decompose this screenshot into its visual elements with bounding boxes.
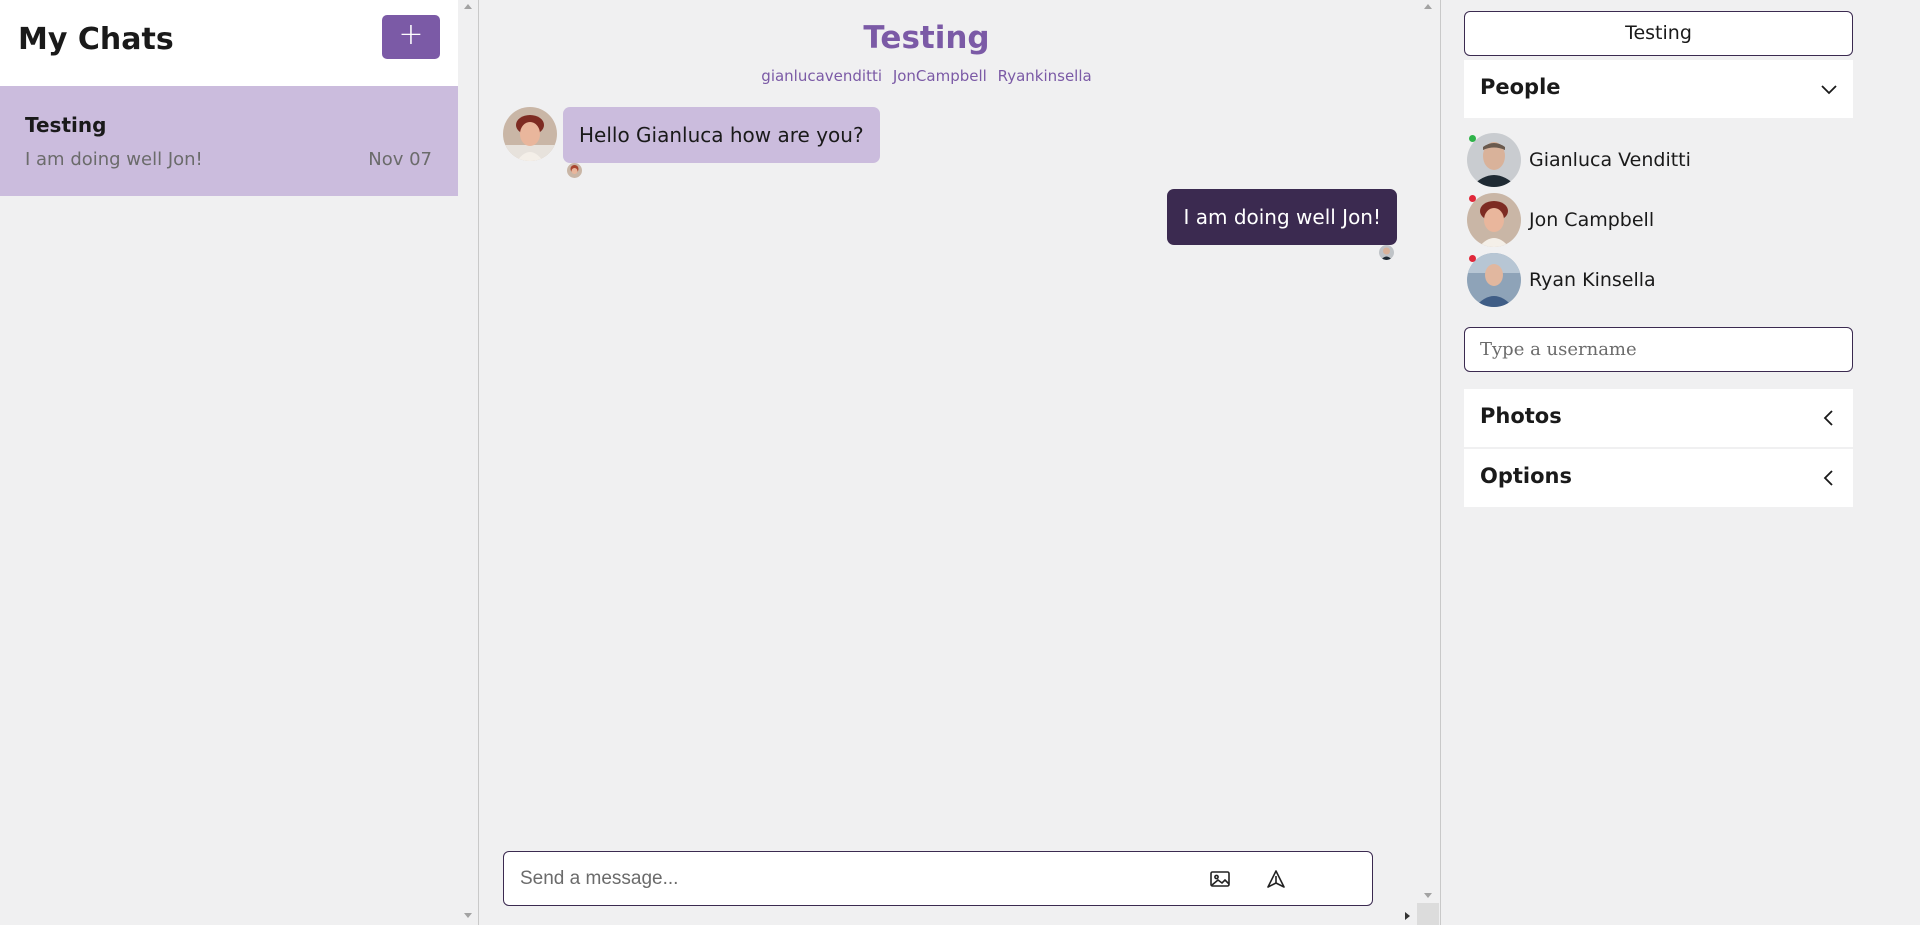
chat-card-date: Nov 07 [368,149,432,170]
scroll-down-arrow-icon[interactable] [1424,893,1432,898]
username-input[interactable] [1480,328,1840,371]
scrollbar-corner [1417,903,1439,925]
chat-card-preview: I am doing well Jon! [25,149,203,170]
image-icon[interactable] [1209,868,1231,890]
people-label: People [1480,75,1561,99]
chat-app: My Chats + Testing I am doing well Jon! … [0,0,1920,925]
new-chat-button[interactable]: + [382,15,440,59]
avatar [1467,253,1521,307]
status-dot [1469,255,1476,262]
photos-section-header[interactable]: Photos [1464,389,1853,447]
chat-feed-panel: Testing gianlucavenditti JonCampbell Rya… [479,0,1440,925]
scroll-right-arrow-icon[interactable] [1405,912,1410,920]
people-section-header[interactable]: People [1464,60,1853,118]
read-receipt-avatar [567,163,582,178]
chat-list-panel: My Chats + Testing I am doing well Jon! … [0,0,478,925]
chat-members: gianlucavenditti JonCampbell Ryankinsell… [479,67,1374,85]
chevron-left-icon [1819,408,1839,428]
chat-title: Testing [863,20,990,56]
status-dot [1469,195,1476,202]
scroll-down-arrow-icon[interactable] [464,913,472,918]
options-section-header[interactable]: Options [1464,449,1853,507]
send-icon[interactable] [1265,868,1287,890]
chat-list-title: My Chats [18,22,174,57]
scroll-up-arrow-icon[interactable] [464,4,472,9]
message-composer [503,851,1373,906]
person-name: Jon Campbell [1529,209,1655,231]
person-row-gianluca[interactable]: Gianluca Venditti [1467,133,1867,189]
chat-title-field[interactable]: Testing [1464,11,1853,56]
message-bubble-incoming: Hello Gianluca how are you? [563,107,880,163]
status-dot [1469,135,1476,142]
chat-list-scrollbar[interactable] [458,0,478,925]
avatar [1467,133,1521,187]
avatar [1467,193,1521,247]
chat-settings-panel: Testing People Gianluca Venditti Jon Cam… [1441,0,1920,925]
message-input[interactable] [520,852,1200,905]
person-name: Gianluca Venditti [1529,149,1691,171]
chat-member-name: JonCampbell [892,67,987,85]
chat-card-title: Testing [25,113,107,137]
person-row-jon[interactable]: Jon Campbell [1467,193,1867,249]
message-bubble-outgoing: I am doing well Jon! [1167,189,1397,245]
person-name: Ryan Kinsella [1529,269,1656,291]
chat-member-name: Ryankinsella [997,67,1092,85]
scroll-up-arrow-icon[interactable] [1424,4,1432,9]
chevron-down-icon [1819,79,1839,99]
chevron-left-icon [1819,468,1839,488]
chat-list-header: My Chats + [0,0,458,86]
chat-member-name: gianlucavenditti [761,67,883,85]
read-receipt-avatar [1379,245,1394,260]
person-row-ryan[interactable]: Ryan Kinsella [1467,253,1867,309]
username-field [1464,327,1853,372]
options-label: Options [1480,464,1572,488]
sender-avatar [503,107,557,161]
photos-label: Photos [1480,404,1562,428]
chat-card-testing[interactable]: Testing I am doing well Jon! Nov 07 [0,86,458,196]
chat-feed-scrollbar[interactable] [1417,0,1439,925]
